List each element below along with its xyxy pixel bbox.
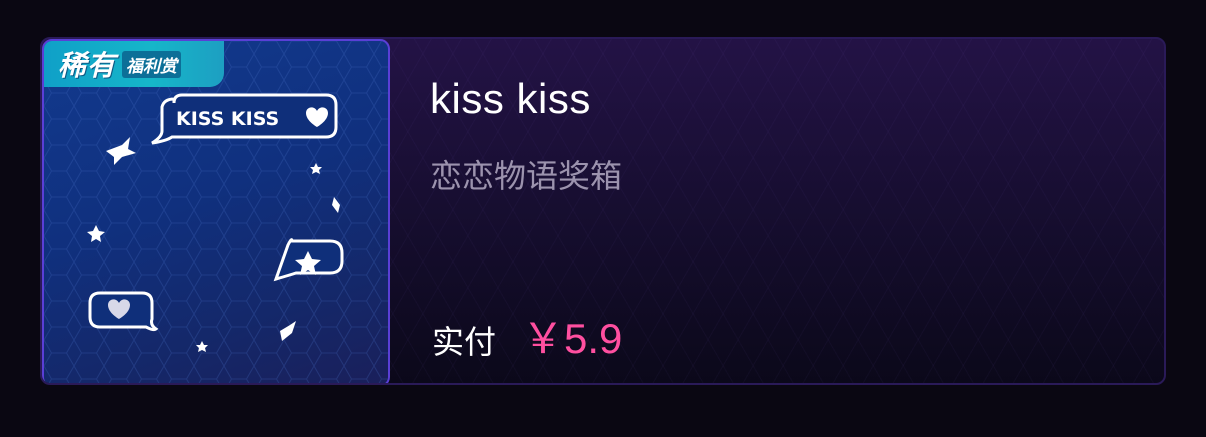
price-value: ￥5.9 (522, 315, 623, 362)
price-label: 实付 (432, 323, 497, 361)
product-card[interactable]: KISS KISS 稀有 福利赏 kiss kiss 恋恋物语奖箱 实付 ￥5.… (40, 37, 1166, 385)
price-row: 实付 ￥5.9 (432, 305, 622, 366)
heart-bubble-icon (88, 291, 159, 332)
sticker-text: KISS KISS (176, 108, 279, 130)
product-thumbnail: KISS KISS 稀有 福利赏 (42, 39, 390, 383)
kiss-bubble-icon: KISS KISS (151, 93, 338, 145)
sticker-artwork: KISS KISS (44, 41, 388, 383)
product-title: kiss kiss (430, 75, 591, 122)
rare-badge-main: 稀有 (58, 49, 117, 82)
product-subtitle: 恋恋物语奖箱 (430, 157, 623, 195)
rare-badge: 稀有 福利赏 (44, 41, 224, 87)
rare-badge-sub: 福利赏 (122, 50, 182, 78)
